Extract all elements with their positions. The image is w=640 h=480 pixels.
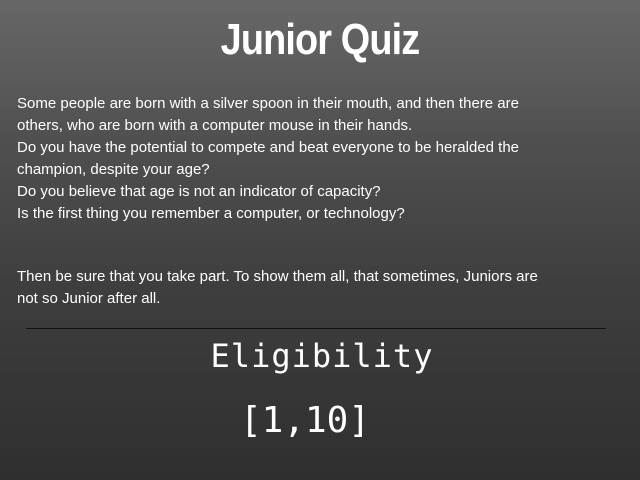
intro-line: Some people are born with a silver spoon…: [17, 95, 519, 112]
intro-line: Do you have the potential to compete and…: [17, 139, 520, 156]
intro-line: Is the first thing you remember a comput…: [17, 205, 405, 222]
intro-paragraph: Some people are born with a silver spoon…: [17, 93, 617, 225]
section-divider: [26, 328, 606, 329]
outro-line: not so Junior after all.: [17, 290, 161, 307]
intro-line: others, who are born with a computer mou…: [17, 117, 413, 134]
page-title: Junior Quiz: [220, 15, 421, 64]
outro-line: Then be sure that you take part. To show…: [17, 268, 538, 285]
intro-line: champion, despite your age?: [17, 161, 210, 178]
eligibility-range: [1,10]: [239, 400, 371, 441]
outro-paragraph: Then be sure that you take part. To show…: [17, 266, 617, 310]
eligibility-heading: Eligibility: [210, 337, 434, 375]
intro-line: Do you believe that age is not an indica…: [17, 183, 381, 200]
